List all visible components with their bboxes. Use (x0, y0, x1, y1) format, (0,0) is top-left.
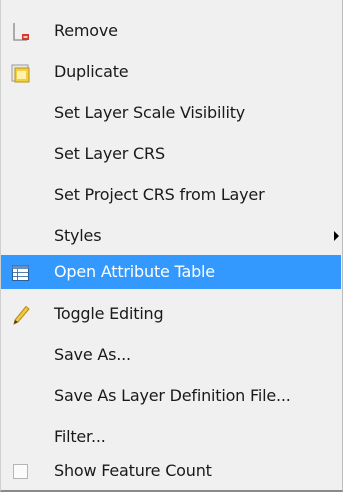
menu-item-filter[interactable]: Filter... (1, 420, 341, 454)
menu-item-label: Show Feature Count (54, 461, 212, 480)
menu-item-remove[interactable]: Remove (1, 14, 341, 48)
duplicate-layer-icon (11, 63, 31, 83)
submenu-arrow-icon (334, 231, 339, 241)
menu-item-toggle-editing[interactable]: Toggle Editing (1, 297, 341, 331)
menu-item-set-project-crs-from-layer[interactable]: Set Project CRS from Layer (1, 178, 341, 212)
menu-item-label: Toggle Editing (54, 304, 164, 323)
menu-item-save-as-layer-definition-file[interactable]: Save As Layer Definition File... (1, 379, 341, 413)
menu-item-label: Duplicate (54, 62, 129, 81)
menu-item-show-feature-count[interactable]: Show Feature Count (1, 454, 341, 488)
show-feature-count-checkbox[interactable] (13, 464, 28, 479)
menu-item-open-attribute-table[interactable]: Open Attribute Table (1, 255, 341, 289)
remove-layer-icon (11, 22, 31, 42)
pencil-icon (11, 305, 31, 325)
menu-item-save-as[interactable]: Save As... (1, 338, 341, 372)
menu-item-duplicate[interactable]: Duplicate (1, 55, 341, 89)
menu-item-set-layer-scale-visibility[interactable]: Set Layer Scale Visibility (1, 96, 341, 130)
menu-item-label: Save As Layer Definition File... (54, 386, 291, 405)
menu-item-styles[interactable]: Styles (1, 219, 341, 253)
attribute-table-icon (11, 263, 31, 283)
menu-item-label: Set Project CRS from Layer (54, 185, 265, 204)
menu-item-label: Save As... (54, 345, 131, 364)
menu-item-label: Styles (54, 226, 102, 245)
menu-item-label: Remove (54, 21, 118, 40)
menu-item-label: Set Layer CRS (54, 144, 165, 163)
menu-item-label: Open Attribute Table (54, 262, 215, 281)
menu-item-label: Filter... (54, 427, 106, 446)
layer-context-menu: Remove Duplicate Set Layer Scale Visibil… (0, 0, 343, 492)
menu-item-set-layer-crs[interactable]: Set Layer CRS (1, 137, 341, 171)
menu-item-label: Set Layer Scale Visibility (54, 103, 246, 122)
